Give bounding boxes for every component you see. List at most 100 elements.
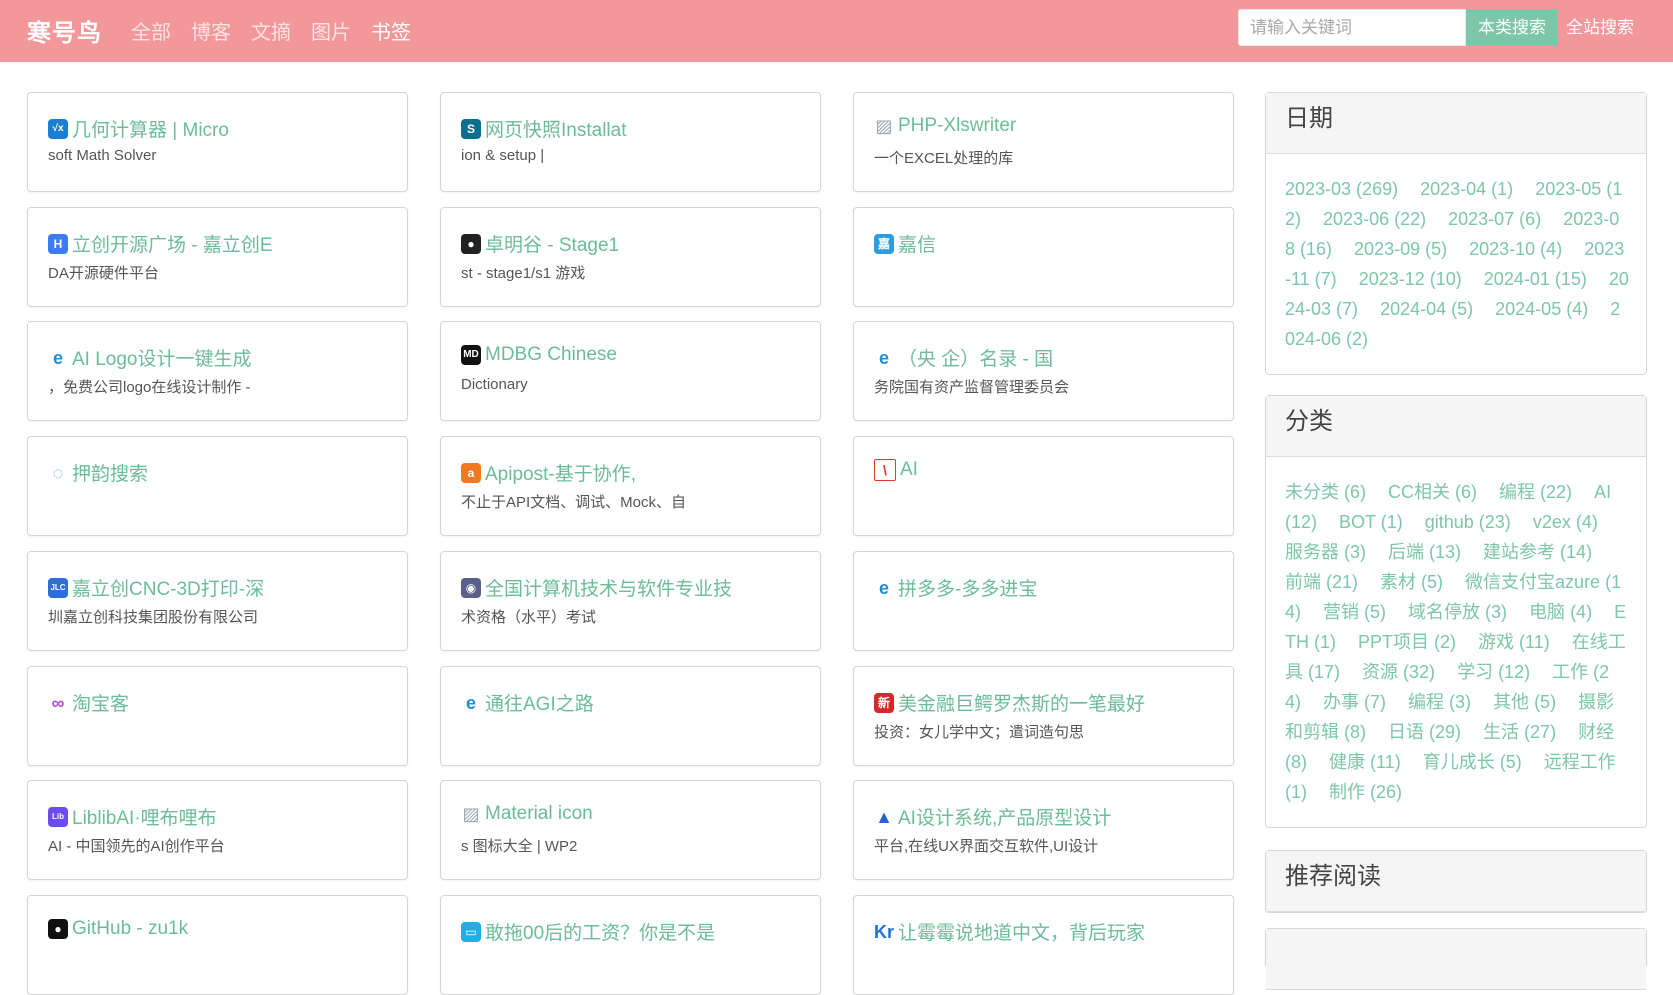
category-link[interactable]: 服务器 (3) — [1285, 542, 1366, 562]
bookmark-link[interactable]: ▲ AI设计系统,产品原型设计 — [874, 803, 1223, 830]
category-link[interactable]: 健康 (11) — [1329, 752, 1401, 772]
category-link[interactable]: 未分类 (6) — [1285, 482, 1366, 502]
nav-digest[interactable]: 文摘 — [251, 16, 291, 45]
bookmark-card[interactable]: ▭ 敢拖00后的工资？你是不是 — [440, 895, 821, 995]
bookmark-card[interactable]: ∞ 淘宝客 — [27, 666, 408, 766]
bookmark-link[interactable]: H 立创开源广场 - 嘉立创E — [48, 230, 397, 257]
bookmark-link[interactable]: ▨ Material icon — [461, 803, 810, 825]
category-link[interactable]: 制作 (26) — [1329, 782, 1402, 802]
category-link[interactable]: 其他 (5) — [1493, 692, 1556, 712]
bookmark-link[interactable]: \ AI — [874, 459, 1223, 481]
bookmark-link[interactable]: S 网页快照Installat — [461, 115, 810, 142]
category-link[interactable]: PPT项目 (2) — [1358, 632, 1456, 652]
category-link[interactable]: github (23) — [1425, 512, 1511, 532]
bookmark-link[interactable]: MD MDBG Chinese — [461, 344, 810, 366]
bookmark-description: 务院国有资产监督管理委员会 — [874, 379, 1070, 396]
date-archive-link[interactable]: 2024-05 (4) — [1495, 299, 1588, 319]
category-link[interactable]: BOT (1) — [1339, 512, 1403, 532]
bookmark-card[interactable]: H 立创开源广场 - 嘉立创E DA开源硬件平台 — [27, 207, 408, 307]
bookmark-card[interactable]: S 网页快照Installat ion & setup | — [440, 92, 821, 192]
category-link[interactable]: 办事 (7) — [1323, 692, 1386, 712]
bookmark-card[interactable]: e AI Logo设计一键生成 ，免费公司logo在线设计制作 - — [27, 321, 408, 421]
category-link[interactable]: 后端 (13) — [1388, 542, 1461, 562]
bookmark-card[interactable]: 嘉嘉信 — [853, 207, 1234, 307]
date-archive-link[interactable]: 2023-10 (4) — [1469, 239, 1562, 259]
bookmark-description: AI - 中国领先的AI创作平台 — [48, 838, 225, 855]
bookmark-link[interactable]: 嘉嘉信 — [874, 230, 1223, 257]
nav-images[interactable]: 图片 — [311, 16, 351, 45]
category-link[interactable]: 电脑 (4) — [1529, 602, 1592, 622]
bookmark-link[interactable]: ◉ 全国计算机技术与软件专业技 — [461, 574, 810, 601]
bookmark-card[interactable]: √x 几何计算器 | Micro soft Math Solver — [27, 92, 408, 192]
bookmark-link[interactable]: 新美金融巨鳄罗杰斯的一笔最好 — [874, 689, 1223, 716]
bookmark-link[interactable]: e 拼多多-多多进宝 — [874, 574, 1223, 601]
bookmark-link[interactable]: ∞ 淘宝客 — [48, 689, 397, 716]
nav-all[interactable]: 全部 — [131, 16, 171, 45]
date-archive-link[interactable]: 2024-01 (15) — [1484, 269, 1587, 289]
site-search-button[interactable]: 全站搜索 — [1566, 9, 1634, 46]
bookmark-card[interactable]: e 通往AGI之路 — [440, 666, 821, 766]
category-link[interactable]: 前端 (21) — [1285, 572, 1358, 592]
category-search-button[interactable]: 本类搜索 — [1466, 9, 1558, 46]
bookmark-card[interactable]: ● GitHub - zu1k — [27, 895, 408, 995]
apipost-icon: a — [461, 462, 481, 483]
bookmark-link[interactable]: √x 几何计算器 | Micro — [48, 115, 397, 142]
bookmark-card[interactable]: Lib LiblibAI·哩布哩布 AI - 中国领先的AI创作平台 — [27, 780, 408, 880]
bookmark-card[interactable]: MD MDBG Chinese Dictionary — [440, 321, 821, 421]
kr-icon: Kr — [874, 921, 895, 942]
category-link[interactable]: v2ex (4) — [1533, 512, 1598, 532]
date-archive-link[interactable]: 2023-03 (269) — [1285, 179, 1398, 199]
bookmark-card[interactable]: ● 卓明谷 - Stage1 st - stage1/s1 游戏 — [440, 207, 821, 307]
date-archive-link[interactable]: 2023-12 (10) — [1359, 269, 1462, 289]
bookmark-card[interactable]: ◌ 押韵搜索 — [27, 436, 408, 536]
date-archive-link[interactable]: 2023-04 (1) — [1420, 179, 1513, 199]
category-link[interactable]: CC相关 (6) — [1388, 482, 1477, 502]
bookmark-card[interactable]: a Apipost-基于协作, 不止于API文档、调试、Mock、自 — [440, 436, 821, 536]
bookmark-title: AI — [900, 459, 918, 480]
category-link[interactable]: 营销 (5) — [1323, 602, 1386, 622]
bookmark-link[interactable]: Kr 让霉霉说地道中文，背后玩家 — [874, 918, 1223, 945]
site-brand[interactable]: 寒号鸟 — [27, 13, 102, 48]
bookmark-link[interactable]: e （央 企）名录 - 国 — [874, 344, 1223, 371]
category-link[interactable]: 生活 (27) — [1483, 722, 1556, 742]
bookmark-card[interactable]: ▲ AI设计系统,产品原型设计 平台,在线UX界面交互软件,UI设计 — [853, 780, 1234, 880]
category-link[interactable]: 育儿成长 (5) — [1423, 752, 1522, 772]
bookmark-card[interactable]: \ AI — [853, 436, 1234, 536]
bookmark-card[interactable]: 新美金融巨鳄罗杰斯的一笔最好 投资：女儿学中文；遣词造句思 — [853, 666, 1234, 766]
category-link[interactable]: 游戏 (11) — [1478, 632, 1550, 652]
bookmark-card[interactable]: e 拼多多-多多进宝 — [853, 551, 1234, 651]
date-archive-link[interactable]: 2023-06 (22) — [1323, 209, 1426, 229]
bookmark-card[interactable]: ▨ PHP-Xlswriter 一个EXCEL处理的库 — [853, 92, 1234, 192]
category-link[interactable]: 日语 (29) — [1388, 722, 1461, 742]
bookmark-link[interactable]: JLC 嘉立创CNC-3D打印-深 — [48, 574, 397, 601]
search-input[interactable] — [1238, 9, 1466, 46]
bookmark-link[interactable]: ● 卓明谷 - Stage1 — [461, 230, 810, 257]
bookmark-link[interactable]: ▭ 敢拖00后的工资？你是不是 — [461, 918, 810, 945]
date-archive-link[interactable]: 2023-09 (5) — [1354, 239, 1447, 259]
bookmark-link[interactable]: Lib LiblibAI·哩布哩布 — [48, 803, 397, 830]
category-link[interactable]: 编程 (3) — [1408, 692, 1471, 712]
category-link[interactable]: 编程 (22) — [1499, 482, 1572, 502]
category-link[interactable]: 资源 (32) — [1362, 662, 1435, 682]
category-link[interactable]: 域名停放 (3) — [1408, 602, 1507, 622]
bookmark-link[interactable]: ◌ 押韵搜索 — [48, 459, 397, 486]
category-link[interactable]: 素材 (5) — [1380, 572, 1443, 592]
bookmark-card[interactable]: ◉ 全国计算机技术与软件专业技 术资格（水平）考试 — [440, 551, 821, 651]
bookmark-link[interactable]: ● GitHub - zu1k — [48, 918, 397, 940]
category-link[interactable]: 学习 (12) — [1457, 662, 1530, 682]
nav-bookmarks[interactable]: 书签 — [371, 16, 411, 45]
bookmark-card[interactable]: ▨ Material icon s 图标大全 | WP2 — [440, 780, 821, 880]
date-archive-link[interactable]: 2023-07 (6) — [1448, 209, 1541, 229]
github-icon: ● — [48, 919, 68, 939]
bookmark-link[interactable]: ▨ PHP-Xlswriter — [874, 115, 1223, 137]
bookmark-link[interactable]: e 通往AGI之路 — [461, 689, 810, 716]
nav-blog[interactable]: 博客 — [191, 16, 231, 45]
bookmark-card[interactable]: Kr 让霉霉说地道中文，背后玩家 — [853, 895, 1234, 995]
ruankao-icon: ◉ — [461, 577, 481, 598]
bookmark-card[interactable]: JLC 嘉立创CNC-3D打印-深 圳嘉立创科技集团股份有限公司 — [27, 551, 408, 651]
bookmark-link[interactable]: e AI Logo设计一键生成 — [48, 344, 397, 371]
date-archive-link[interactable]: 2024-04 (5) — [1380, 299, 1473, 319]
bookmark-card[interactable]: e （央 企）名录 - 国务院国有资产监督管理委员会 — [853, 321, 1234, 421]
bookmark-link[interactable]: a Apipost-基于协作, — [461, 459, 810, 486]
category-link[interactable]: 建站参考 (14) — [1483, 542, 1592, 562]
